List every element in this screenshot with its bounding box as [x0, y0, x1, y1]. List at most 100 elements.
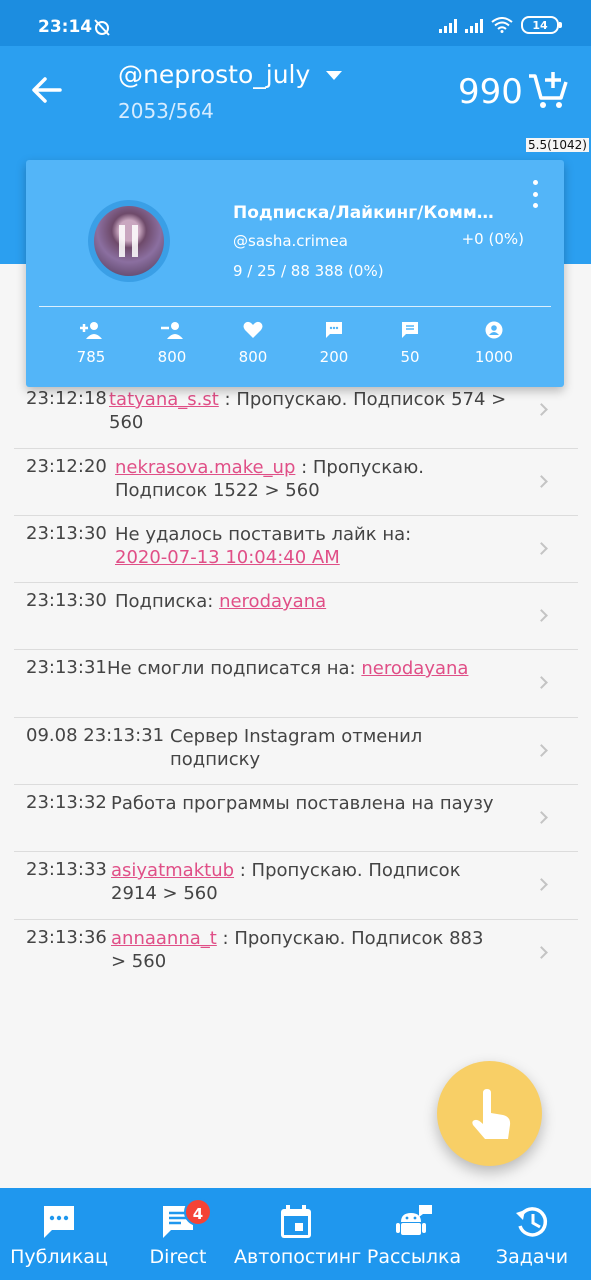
log-user-link[interactable]: asiyatmaktub: [111, 860, 234, 881]
nav-label: Рассылка: [366, 1246, 462, 1268]
log-text: Сервер Instagram отменил подписку: [170, 726, 423, 770]
nav-label: Автопостинг: [234, 1246, 362, 1268]
chevron-right-icon: [535, 946, 548, 959]
log-row[interactable]: 23:12:20 nekrasova.make_up : Пропускаю. …: [14, 449, 578, 516]
log-message: asiyatmaktub : Пропускаю. Подписок 2914 …: [111, 859, 491, 905]
limit-like-value: 800: [238, 348, 268, 366]
limit-comment-value: 200: [319, 348, 349, 366]
log-user-link[interactable]: nekrasova.make_up: [115, 457, 295, 478]
log-message: annaanna_t : Пропускаю. Подписок 883 > 5…: [111, 927, 501, 973]
signal-icon: [439, 17, 457, 33]
nav-publications[interactable]: Публикац: [4, 1188, 114, 1280]
limit-comment: 200: [299, 320, 369, 366]
log-row[interactable]: 23:13:30 Подписка: nerodayana: [14, 583, 578, 650]
avatar[interactable]: [94, 206, 164, 276]
history-icon: [516, 1207, 548, 1237]
limit-like: 800: [218, 320, 288, 366]
account-selector[interactable]: @neprosto_july: [118, 60, 310, 89]
limit-follow: 785: [56, 320, 126, 366]
log-time: 23:13:30: [26, 523, 107, 544]
log-time: 23:13:30: [26, 590, 107, 611]
profile-icon: [485, 321, 503, 339]
publications-icon: [44, 1206, 74, 1238]
log-row[interactable]: 23:13:33 asiyatmaktub : Пропускаю. Подпи…: [14, 852, 578, 920]
android-message-icon: [396, 1205, 432, 1235]
log-row[interactable]: 23:13:30 Не удалось поставить лайк на: 2…: [14, 516, 578, 583]
battery-icon: 14: [521, 16, 562, 34]
nav-autoposting[interactable]: Автопостинг: [234, 1188, 362, 1280]
log-text: Подписка:: [115, 591, 214, 612]
back-arrow-icon[interactable]: [26, 68, 66, 112]
touch-icon: [472, 1089, 511, 1139]
nav-direct[interactable]: Direct 4: [124, 1188, 232, 1280]
log-row[interactable]: 09.08 23:13:31 Сервер Instagram отменил …: [14, 718, 578, 785]
nav-tasks[interactable]: Задачи: [482, 1188, 582, 1280]
calendar-icon: [281, 1205, 311, 1238]
chevron-right-icon: [535, 475, 548, 488]
log-row[interactable]: 23:13:31 Не смогли подписатся на: neroda…: [14, 650, 578, 718]
add-to-cart-icon[interactable]: [527, 68, 569, 110]
log-text: Не смогли подписатся на:: [107, 658, 356, 679]
chevron-right-icon: [535, 542, 548, 555]
task-title: Подписка/Лайкинг/Коммен...: [233, 203, 503, 223]
log-time: 23:12:20: [26, 456, 107, 477]
log-post-link[interactable]: 2020-07-13 10:04:40 AM: [115, 547, 340, 568]
nav-label: Публикац: [10, 1246, 108, 1268]
chevron-down-icon[interactable]: [326, 71, 342, 80]
balance[interactable]: 990: [458, 72, 523, 112]
log-message: Работа программы поставлена на паузу: [111, 792, 531, 815]
app-version: 5.5(1042): [526, 138, 589, 152]
follow-icon: [80, 322, 102, 339]
chevron-right-icon: [535, 811, 548, 824]
log-time: 23:12:18: [26, 388, 107, 409]
wifi-icon: [491, 17, 513, 33]
more-vert-icon[interactable]: [528, 180, 542, 208]
log-user-link[interactable]: annaanna_t: [111, 928, 217, 949]
log-message: Не смогли подписатся на: nerodayana: [107, 657, 527, 680]
like-icon: [243, 321, 263, 338]
bottom-nav: Публикац Direct 4 Автопостинг Рассылка З…: [0, 1188, 591, 1280]
task-card[interactable]: Подписка/Лайкинг/Коммен... @sasha.crimea…: [26, 160, 564, 387]
app-bar: @neprosto_july 2053/564 990: [0, 46, 591, 136]
log-message: tatyana_s.st : Пропускаю. Подписок 574 >…: [109, 388, 509, 434]
log-row[interactable]: 23:13:36 annaanna_t : Пропускаю. Подписо…: [14, 920, 578, 987]
limit-message-value: 50: [400, 348, 420, 366]
pause-icon: [119, 225, 139, 257]
unfollow-icon: [161, 322, 183, 339]
alarm-off-icon: [94, 19, 110, 36]
chevron-right-icon: [535, 744, 548, 757]
log-time: 23:13:32: [26, 792, 107, 813]
task-delta: +0 (0%): [461, 230, 524, 248]
limit-follow-value: 785: [76, 348, 106, 366]
log-user-link[interactable]: nerodayana: [361, 658, 468, 679]
nav-label: Direct: [149, 1246, 207, 1268]
log-time: 09.08 23:13:31: [26, 725, 165, 746]
log-time: 23:13:31: [26, 657, 107, 678]
log-row[interactable]: 23:13:32 Работа программы поставлена на …: [14, 785, 578, 852]
log-user-link[interactable]: nerodayana: [219, 591, 326, 612]
log-message: Не удалось поставить лайк на: 2020-07-13…: [115, 523, 515, 569]
status-bar: 23:14 14: [0, 0, 591, 46]
limit-profile-value: 1000: [474, 348, 514, 366]
limit-message: 50: [375, 320, 445, 366]
task-limits: 785 800 800 200 50 1000: [51, 320, 551, 372]
log-time: 23:13:36: [26, 927, 107, 948]
log-time: 23:13:33: [26, 859, 107, 880]
log-text: Не удалось поставить лайк на:: [115, 524, 412, 545]
signal-icon-2: [465, 17, 483, 33]
start-task-fab[interactable]: [437, 1061, 542, 1166]
log-message: Сервер Instagram отменил подписку: [170, 725, 470, 771]
limit-unfollow-value: 800: [157, 348, 187, 366]
chevron-right-icon: [535, 609, 548, 622]
nav-label: Задачи: [495, 1246, 569, 1268]
message-icon: [402, 322, 418, 338]
nav-mailing[interactable]: Рассылка: [362, 1188, 466, 1280]
comment-icon: [326, 322, 342, 338]
log-row[interactable]: 23:12:18 tatyana_s.st : Пропускаю. Подпи…: [14, 381, 578, 449]
card-divider: [39, 306, 551, 307]
task-progress: 9 / 25 / 88 388 (0%): [233, 262, 384, 280]
log-text: Работа программы поставлена на паузу: [111, 793, 494, 814]
log-user-link[interactable]: tatyana_s.st: [109, 389, 219, 410]
follow-stats: 2053/564: [118, 99, 214, 123]
log-message: Подписка: nerodayana: [115, 590, 515, 613]
